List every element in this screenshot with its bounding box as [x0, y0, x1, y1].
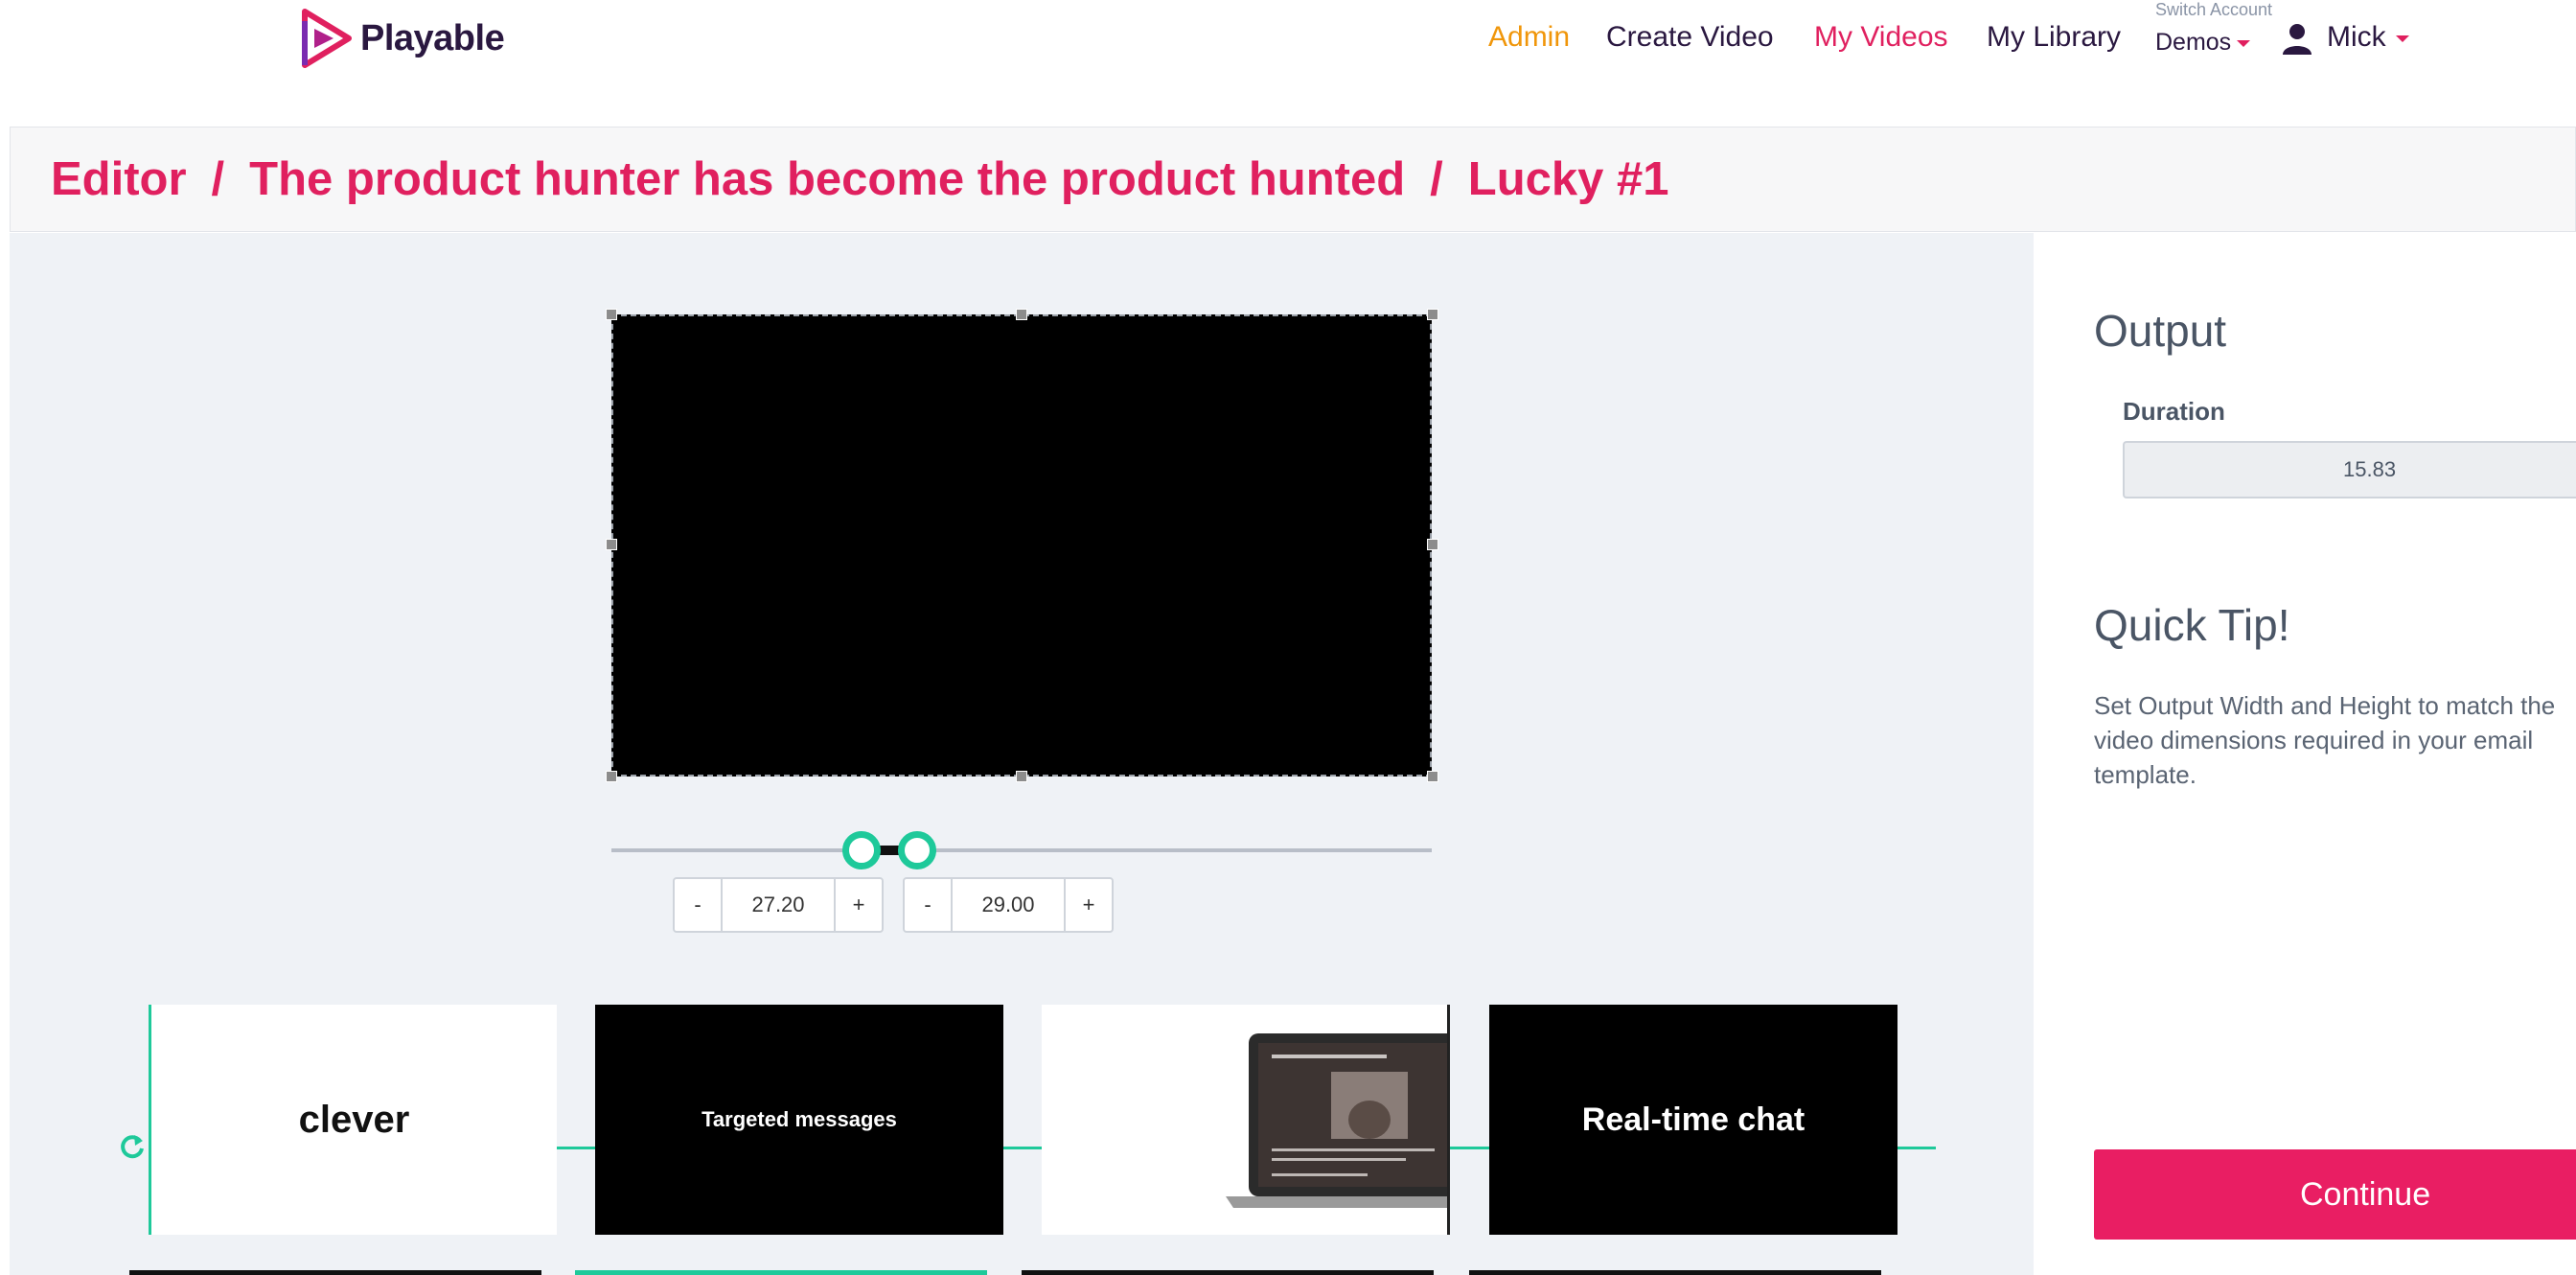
nav-my-library[interactable]: My Library — [1987, 21, 2121, 54]
resize-handle-top-left[interactable] — [606, 309, 617, 320]
resize-handle-bottom[interactable] — [1016, 771, 1027, 782]
trim-end-stepper: - 29.00 + — [903, 877, 1114, 933]
timeline-clip[interactable]: clever — [149, 1005, 557, 1235]
resize-handle-bottom-left[interactable] — [606, 771, 617, 782]
breadcrumb: Editor / The product hunter has become the… — [51, 152, 1669, 206]
account-switcher[interactable]: Demos — [2155, 29, 2251, 57]
resize-handle-right[interactable] — [1427, 539, 1438, 550]
nav-create-video[interactable]: Create Video — [1606, 21, 1774, 54]
clip-caption: clever — [298, 1098, 410, 1141]
breadcrumb-separator: / — [211, 153, 225, 205]
trim-slider-track[interactable] — [611, 848, 1432, 852]
resize-handle-bottom-right[interactable] — [1427, 771, 1438, 782]
resize-handle-top[interactable] — [1016, 309, 1027, 320]
account-name: Demos — [2155, 29, 2232, 56]
timeline-next-clip — [1469, 1270, 1881, 1275]
trim-end-handle[interactable] — [898, 831, 936, 869]
duration-label: Duration — [2123, 397, 2225, 426]
trim-start-decrement-button[interactable]: - — [675, 879, 721, 931]
breadcrumb-separator: / — [1430, 153, 1443, 205]
video-preview[interactable] — [611, 314, 1432, 777]
playable-logo-icon — [302, 9, 352, 68]
brand-name: Playable — [360, 17, 505, 58]
clip-caption: Real-time chat — [1581, 1101, 1806, 1138]
breadcrumb-video[interactable]: The product hunter has become the produc… — [249, 153, 1405, 205]
duration-field[interactable]: 15.83 — [2123, 441, 2576, 498]
trim-start-stepper: - 27.20 + — [673, 877, 884, 933]
trim-end-input[interactable]: 29.00 — [951, 879, 1066, 931]
quick-tip-text: Set Output Width and Height to match the… — [2094, 691, 2556, 789]
clip-caption: Targeted messages — [702, 1107, 897, 1131]
continue-button[interactable]: Continue — [2094, 1149, 2576, 1240]
trim-end-increment-button[interactable]: + — [1066, 879, 1112, 931]
laptop-icon — [1226, 1033, 1447, 1208]
top-navigation: Playable Admin Create Video My Videos My… — [0, 0, 2576, 96]
switch-account-label: Switch Account — [2155, 0, 2273, 19]
user-menu[interactable]: Mick — [2281, 21, 2409, 56]
refresh-icon[interactable] — [117, 1131, 148, 1162]
caret-down-icon — [2237, 39, 2251, 47]
resize-handle-left[interactable] — [606, 539, 617, 550]
timeline-next-clip — [575, 1270, 987, 1275]
nav-my-videos[interactable]: My Videos — [1814, 21, 1948, 54]
breadcrumb-editor[interactable]: Editor — [51, 153, 187, 205]
user-icon — [2283, 24, 2312, 56]
caret-down-icon — [2395, 35, 2409, 42]
breadcrumb-bar: Editor / The product hunter has become the… — [10, 127, 2576, 232]
trim-start-handle[interactable] — [842, 831, 881, 869]
output-heading: Output — [2094, 306, 2227, 356]
trim-end-decrement-button[interactable]: - — [905, 879, 951, 931]
nav-admin[interactable]: Admin — [1488, 21, 1570, 54]
resize-handle-top-right[interactable] — [1427, 309, 1438, 320]
playable-logo[interactable]: Playable — [299, 8, 505, 69]
timeline-clip[interactable]: Real-time chat — [1489, 1005, 1898, 1235]
timeline-clip[interactable]: Targeted messages — [595, 1005, 1003, 1235]
trim-start-increment-button[interactable]: + — [836, 879, 882, 931]
user-name: Mick — [2327, 21, 2386, 53]
breadcrumb-clip: Lucky #1 — [1467, 153, 1669, 205]
trim-start-input[interactable]: 27.20 — [721, 879, 836, 931]
quick-tip-heading: Quick Tip! — [2094, 600, 2290, 650]
timeline-next-clip — [1022, 1270, 1434, 1275]
timeline-clip[interactable] — [1042, 1005, 1450, 1235]
timeline-next-clip — [129, 1270, 541, 1275]
